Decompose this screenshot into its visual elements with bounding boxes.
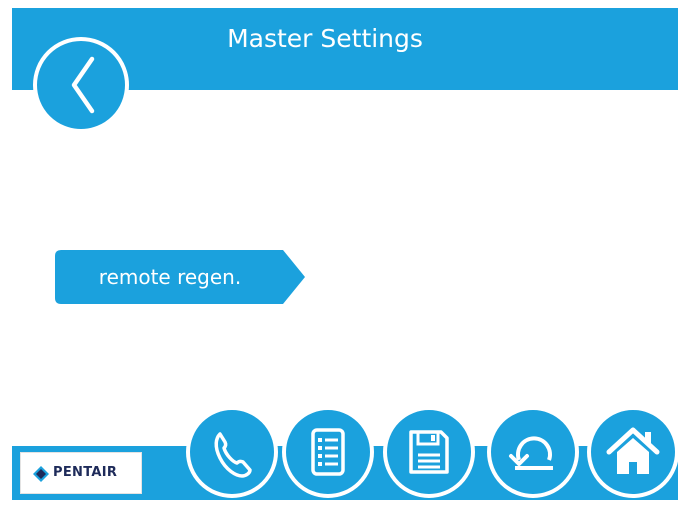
phone-icon xyxy=(214,432,252,478)
save-button[interactable] xyxy=(383,406,475,498)
remote-regen-label: remote regen. xyxy=(98,265,242,289)
chevron-left-icon xyxy=(71,56,95,114)
save-icon xyxy=(409,430,449,474)
back-button[interactable] xyxy=(33,37,129,133)
page-title: Master Settings xyxy=(227,24,423,53)
logo-text: PENTAIR xyxy=(53,465,118,480)
pentair-logo: PENTAIR xyxy=(20,452,142,494)
undo-icon xyxy=(509,436,553,470)
list-button[interactable] xyxy=(282,406,374,498)
home-icon xyxy=(606,427,660,474)
remote-regen-button[interactable]: remote regen. xyxy=(55,250,305,304)
list-icon xyxy=(311,428,345,476)
pentair-diamond-icon xyxy=(33,466,49,482)
undo-button[interactable] xyxy=(487,406,579,498)
home-button[interactable] xyxy=(587,406,679,498)
phone-button[interactable] xyxy=(186,406,278,498)
